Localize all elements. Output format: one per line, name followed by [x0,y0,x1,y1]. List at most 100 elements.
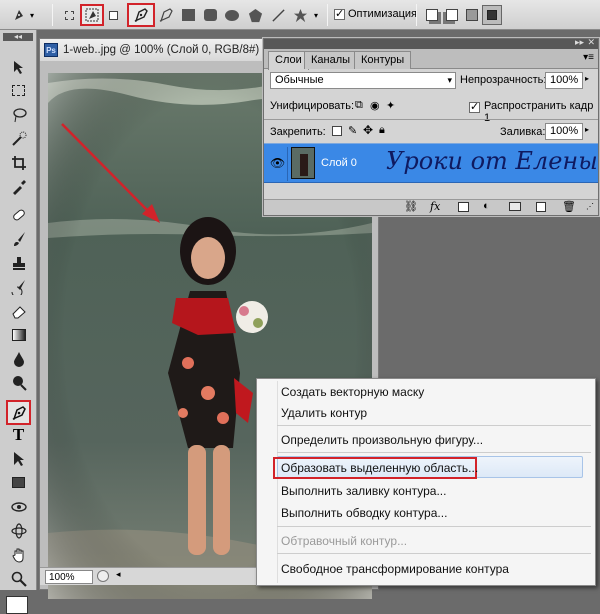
path-selection-icon[interactable] [8,448,29,469]
hand-tool-icon[interactable] [8,544,29,565]
3d-orbit-icon[interactable] [8,520,29,541]
rounded-rectangle-icon[interactable] [200,5,220,25]
clone-stamp-icon[interactable] [8,252,29,273]
menu-item-free-transform-path[interactable]: Свободное трансформирование контура [281,562,509,576]
tab-paths[interactable]: Контуры [354,51,412,69]
delete-layer-icon[interactable]: 🗑︎ [562,200,576,213]
fill-label: Заливка: [500,126,546,138]
menu-item-create-vector-mask[interactable]: Создать векторную маску [281,385,424,399]
menu-item-delete-path[interactable]: Удалить контур [281,406,367,420]
fill-pixels-icon[interactable] [106,5,120,25]
unify-visibility-icon[interactable]: ◉ [370,99,380,112]
menu-item-stroke-path[interactable]: Выполнить обводку контура... [281,506,447,520]
optimize-checkbox[interactable]: Оптимизация [334,7,417,20]
unify-label: Унифицировать: [270,100,355,112]
panel-title-bar[interactable]: ▸▸ ✕ [264,37,598,49]
close-icon[interactable]: ✕ [587,37,595,48]
move-tool-icon[interactable] [8,56,29,77]
fill-slider-icon[interactable]: ▸ [585,125,589,134]
type-tool-icon[interactable]: T [8,424,29,445]
lock-label: Закрепить: [270,126,326,138]
collapse-icon[interactable]: ▸▸ [575,37,584,48]
tab-channels[interactable]: Каналы [304,51,358,69]
line-shape-icon[interactable] [268,5,288,25]
paths-mode-icon[interactable] [80,4,104,26]
custom-shape-icon[interactable] [290,5,310,25]
lock-all-icon[interactable]: 🔒︎ [379,124,385,137]
blend-row: Обычные ▾ Непрозрачность: 100% ▸ [264,71,598,95]
unify-position-icon[interactable]: ⧉ [355,99,363,112]
menu-item-fill-path[interactable]: Выполнить заливку контура... [281,484,446,498]
rectangle-shape-icon[interactable] [178,5,198,25]
layers-footer: ⛓︎ fx ◐ 🗑︎ ⋰ [264,199,598,215]
blend-mode-select[interactable]: Обычные ▾ [270,72,456,89]
subtract-paths-icon[interactable] [442,5,462,25]
color-swatches-icon[interactable] [6,596,28,614]
watermark-text: Уроки от Елены [386,147,598,175]
new-layer-icon[interactable] [536,202,546,212]
panel-menu-icon[interactable]: ▾≡ [583,52,594,63]
unify-style-icon[interactable]: ✦ [386,99,395,112]
tab-layers[interactable]: Слои [268,51,309,70]
chevron-down-icon: ▾ [447,75,452,85]
lock-position-icon[interactable]: ✥ [363,123,373,137]
eraser-tool-icon[interactable] [8,300,29,321]
document-tab[interactable]: Ps 1-web..jpg @ 100% (Слой 0, RGB/8#) * [40,39,270,61]
propagate-label: Распространить кадр 1 [484,100,594,124]
menu-item-define-custom-shape[interactable]: Определить произвольную фигуру... [281,433,483,447]
propagate-checkbox[interactable] [469,100,480,113]
opacity-field[interactable]: 100% [545,72,583,89]
checkbox-icon[interactable] [334,7,345,20]
zoom-field[interactable]: 100% [45,570,93,584]
options-bar: ▾ ▾ Оптимизация [0,0,600,30]
resize-grip-icon[interactable]: ⋰ [586,202,594,211]
lock-transparency-icon[interactable] [332,126,342,136]
blend-mode-value: Обычные [275,74,324,86]
toolbox-grip[interactable]: ◂◂ [3,33,33,41]
blur-tool-icon[interactable] [8,348,29,369]
shape-layers-icon[interactable] [62,5,76,25]
healing-brush-icon[interactable] [8,204,29,225]
zoom-tool-icon[interactable] [8,568,29,589]
optimize-label: Оптимизация [348,8,417,20]
link-layers-icon[interactable]: ⛓︎ [404,200,418,213]
shape-dropdown-icon[interactable]: ▾ [310,5,322,25]
history-brush-icon[interactable] [8,276,29,297]
intersect-paths-icon[interactable] [462,5,482,25]
opacity-slider-icon[interactable]: ▸ [585,74,589,83]
combine-paths-icon[interactable] [422,5,442,25]
layer-name[interactable]: Слой 0 [321,157,357,169]
pen-tool-preset-icon[interactable]: ▾ [8,5,38,25]
lasso-tool-icon[interactable] [8,104,29,125]
ellipse-shape-icon[interactable] [222,5,242,25]
adjustment-layer-icon[interactable]: ◐ [483,200,490,212]
fill-field[interactable]: 100% [545,123,583,140]
dodge-tool-icon[interactable] [8,372,29,393]
scroll-left-icon[interactable]: ◂ [116,569,121,580]
menu-item-make-selection[interactable]: Образовать выделенную область... [281,461,478,475]
crop-tool-icon[interactable] [8,152,29,173]
rectangle-tool-icon[interactable] [8,472,29,493]
info-icon[interactable] [97,570,109,582]
lock-pixels-icon[interactable]: ✎ [348,124,357,137]
marquee-tool-icon[interactable] [8,80,29,101]
add-mask-icon[interactable] [458,202,469,212]
eyedropper-icon[interactable] [8,176,29,197]
pen-tool-selected-icon[interactable] [6,400,31,425]
pen-tool-icon[interactable] [127,3,155,27]
document-title: 1-web..jpg @ 100% (Слой 0, RGB/8#) * [63,44,267,56]
brush-tool-icon[interactable] [8,228,29,249]
eye-icon[interactable]: 👁︎ [270,156,285,170]
polygon-shape-icon[interactable] [245,5,265,25]
layer-row[interactable]: 👁︎ Слой 0 Уроки от Елены [264,143,598,183]
fx-icon[interactable]: fx [430,200,440,213]
panel-tabs: Слои Каналы Контуры ▾≡ [264,49,598,70]
freeform-pen-icon[interactable] [156,5,176,25]
exclude-paths-icon[interactable] [482,5,502,25]
menu-item-clipping-path: Обтравочный контур... [281,534,408,548]
3d-rotate-icon[interactable] [8,496,29,517]
new-group-icon[interactable] [509,202,521,211]
quick-selection-icon[interactable] [8,128,29,149]
layer-thumbnail[interactable] [291,147,315,179]
gradient-tool-icon[interactable] [8,324,29,345]
